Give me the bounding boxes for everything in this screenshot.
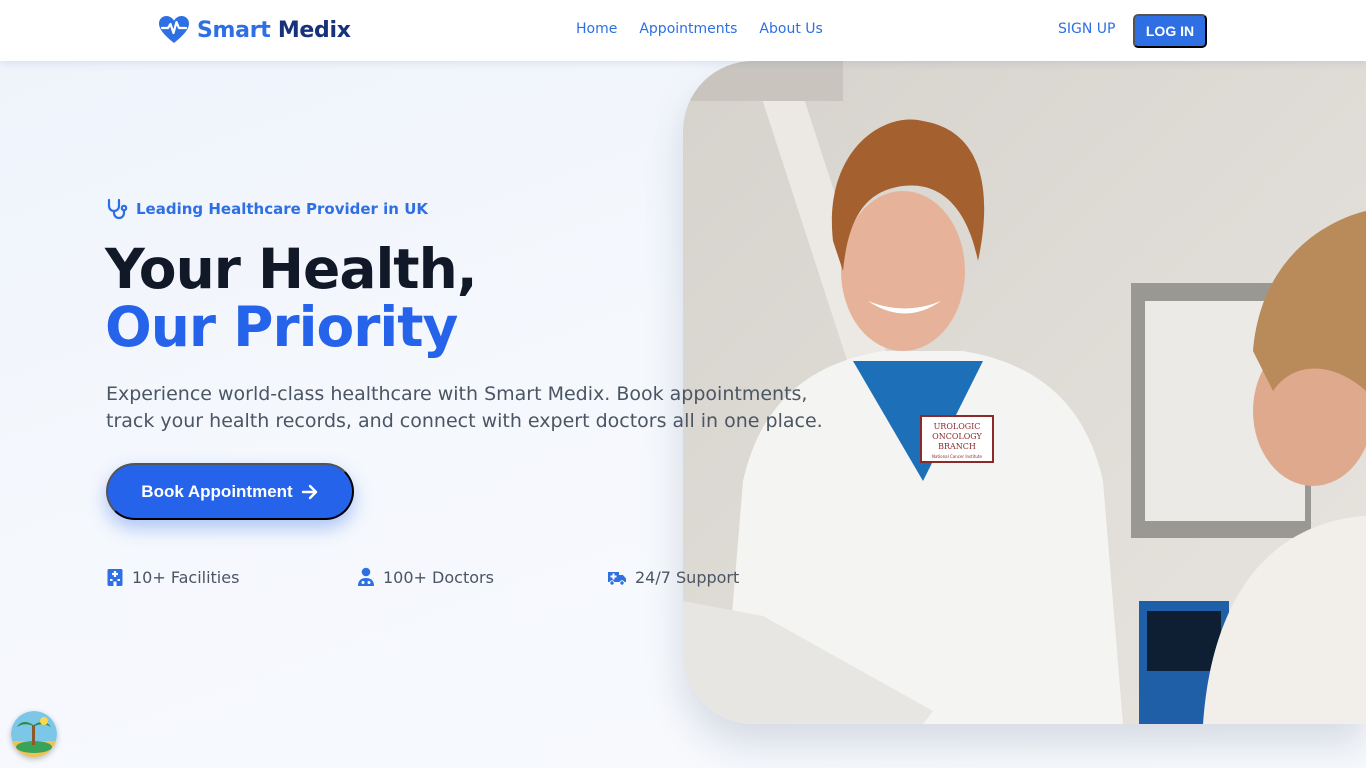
book-appointment-button[interactable]: Book Appointment: [106, 463, 354, 520]
stat-doctors-text: 100+ Doctors: [383, 567, 494, 587]
stat-facilities-text: 10+ Facilities: [132, 567, 240, 587]
sign-up-link[interactable]: SIGN UP: [1058, 21, 1115, 37]
hero-headline-line2: Our Priority: [105, 295, 458, 359]
nav-link-about-us[interactable]: About Us: [759, 21, 822, 37]
hero-tag: Leading Healthcare Provider in UK: [106, 197, 428, 221]
navbar: Smart Medix Home Appointments About Us S…: [0, 0, 1366, 61]
stat-facilities: 10+ Facilities: [106, 567, 239, 587]
badge-line1: UROLOGIC: [934, 422, 981, 431]
badge-line2: ONCOLOGY: [932, 432, 982, 441]
hospital-icon: [106, 567, 124, 587]
brand-name: Smart Medix: [197, 18, 351, 43]
book-appointment-label: Book Appointment: [141, 481, 293, 501]
hero-subtitle: Experience world-class healthcare with S…: [106, 383, 823, 432]
ambulance-icon: [607, 567, 627, 587]
brand-name-part1: Smart: [197, 17, 271, 43]
heart-pulse-icon: [158, 15, 190, 45]
badge-line3: BRANCH: [938, 442, 976, 451]
brand-name-part2: Medix: [277, 17, 351, 43]
hero-headline: Your Health, Our Priority: [105, 237, 478, 359]
stethoscope-icon: [106, 197, 130, 221]
stat-support-text: 24/7 Support: [635, 567, 740, 587]
arrow-right-icon: [301, 483, 319, 501]
nav-link-appointments[interactable]: Appointments: [639, 21, 737, 37]
stat-support: 24/7 Support: [607, 567, 739, 587]
hero-headline-line1: Your Health,: [105, 237, 478, 301]
assistant-avatar-widget[interactable]: [11, 711, 57, 757]
badge-line4: National Cancer Institute: [932, 454, 982, 459]
brand-logo[interactable]: Smart Medix: [158, 14, 351, 46]
nav-link-home[interactable]: Home: [576, 21, 617, 37]
doctor-icon: [357, 567, 375, 587]
nav-links: Home Appointments About Us: [576, 21, 823, 37]
hero-tag-text: Leading Healthcare Provider in UK: [136, 200, 429, 218]
stat-doctors: 100+ Doctors: [357, 567, 494, 587]
log-in-button[interactable]: LOG IN: [1133, 14, 1207, 48]
